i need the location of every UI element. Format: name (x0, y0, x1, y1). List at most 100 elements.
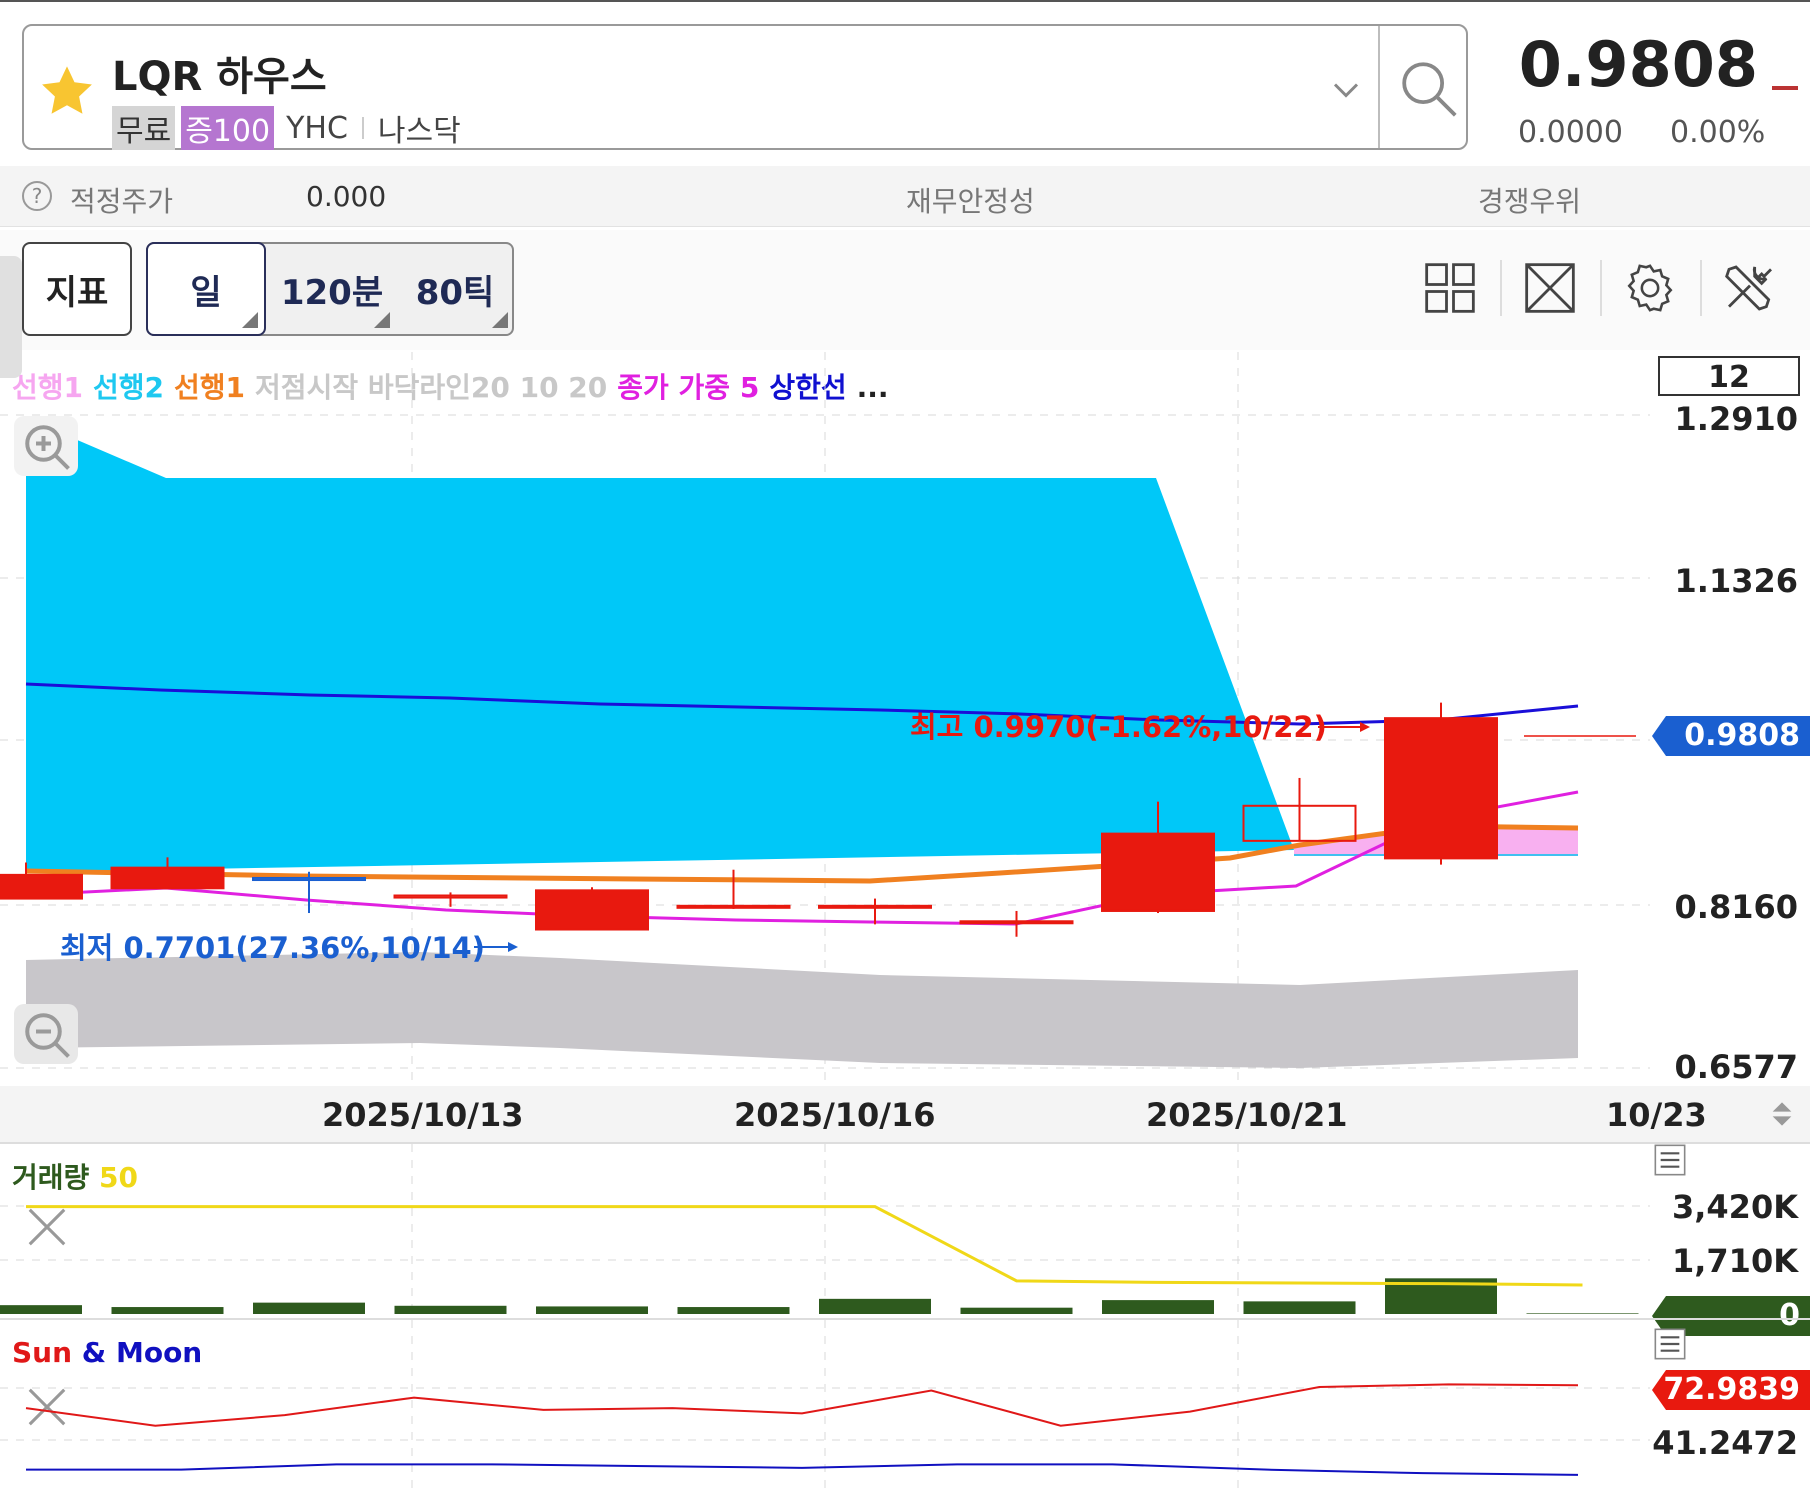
volume-bar (1385, 1278, 1497, 1314)
high-arrow-head (1360, 722, 1370, 732)
stock-symbol: YHC (286, 110, 348, 146)
price-change: 0.0000 (1518, 115, 1623, 150)
gear-icon[interactable] (1622, 260, 1678, 316)
date-axis[interactable]: 2025/10/13 2025/10/16 2025/10/21 10/23 (0, 1086, 1810, 1142)
price-grid (0, 352, 1650, 1086)
leading-span1-line (25, 823, 1579, 884)
zoom-in-icon[interactable] (14, 416, 78, 476)
close-icon[interactable] (24, 1384, 70, 1430)
dropdown-triangle-icon (374, 312, 390, 328)
high-annotation: 최고 0.9970(-1.62%,10/22) (910, 710, 1327, 744)
fullscreen-icon[interactable] (1522, 260, 1578, 316)
drawing-tools-icon[interactable] (1722, 260, 1778, 316)
chevron-down-icon[interactable] (1324, 68, 1368, 112)
stock-name: LQR 하우스 (112, 54, 327, 100)
period-day-button[interactable]: 일 (146, 242, 266, 336)
sun-value-tag: 72.9839 (1652, 1370, 1810, 1410)
date-label: 2025/10/21 (1146, 1096, 1348, 1134)
search-icon[interactable] (1394, 54, 1464, 124)
candle-body (1101, 832, 1215, 912)
leading-span2-cloud (26, 418, 1294, 872)
menu-icon[interactable] (1654, 1144, 1686, 1176)
price-axis-label: 1.2910 (1674, 400, 1798, 438)
indicator-legend[interactable]: 선행1 선행2 선행1 저점시작 바닥라인20 10 20 종가 가중 5 상한선... (12, 366, 899, 406)
competitive-advantage-label[interactable]: 경쟁우위 (1478, 180, 1581, 220)
volume-bar (253, 1302, 365, 1314)
candle-body (818, 904, 932, 909)
help-icon[interactable]: ? (22, 181, 52, 211)
meta-divider (361, 117, 364, 139)
volume-bar (819, 1298, 931, 1314)
candle-body (110, 866, 225, 890)
valuation-bar: ? 적정주가 0.000 재무안정성 경쟁우위 (0, 166, 1810, 227)
date-label: 2025/10/16 (734, 1096, 936, 1134)
price-change-percent: 0.00% (1670, 115, 1766, 150)
candle-body (1384, 717, 1498, 860)
layout-grid-icon[interactable] (1422, 260, 1478, 316)
price-axis-label: 1.1326 (1674, 562, 1798, 600)
floor-line-band (26, 952, 1578, 1068)
ticker-selector[interactable]: LQR 하우스 무료 증100 YHC 나스닥 (22, 24, 1468, 150)
indicator-button[interactable]: 지표 (22, 242, 132, 336)
low-arrow-head (508, 942, 518, 952)
free-badge: 무료 (112, 106, 176, 150)
fair-price-label: 적정주가 (70, 185, 174, 218)
scroll-updown-icon[interactable] (1768, 1094, 1796, 1134)
volume-panel-title: 거래량 50 (12, 1156, 138, 1196)
bar-count-box[interactable]: 12 (1658, 356, 1800, 396)
weighted-close-line (25, 790, 1579, 926)
volume-bar (0, 1305, 82, 1314)
volume-ma-line (26, 1205, 1583, 1287)
market-name: 나스닥 (377, 114, 461, 149)
date-label: 2025/10/13 (322, 1096, 524, 1134)
candle-body (252, 876, 366, 882)
legend-item: 선행1 (12, 371, 84, 404)
dropdown-triangle-icon (492, 312, 508, 328)
side-panel-handle[interactable] (0, 256, 22, 378)
sun-title: Sun (12, 1336, 73, 1369)
toolbar-divider (1600, 260, 1602, 316)
current-price: 0.9808 (1518, 28, 1758, 101)
volume-ma-period: 50 (99, 1161, 138, 1194)
amp-title: & (81, 1336, 107, 1369)
leading-span1-cloud (1294, 826, 1578, 855)
volume-bar (536, 1306, 648, 1314)
volume-bar (677, 1307, 790, 1314)
candlestick-series (0, 702, 1498, 937)
stock-meta: 무료 증100 YHC 나스닥 (112, 106, 461, 150)
dropdown-triangle-icon (242, 312, 258, 328)
candle-body (0, 873, 83, 900)
period-selector: 일 120분 80틱 (146, 242, 514, 336)
candle-body (535, 889, 649, 931)
close-icon[interactable] (24, 1204, 70, 1250)
low-annotation: 최저 0.7701(27.36%,10/14) (60, 931, 485, 965)
chart-toolbar: 지표 일 120분 80틱 (0, 230, 1810, 350)
panel-divider (0, 1318, 1810, 1320)
volume-bar (1243, 1301, 1356, 1314)
period-tick-button[interactable]: 80틱 (396, 244, 514, 334)
price-axis-label: 0.8160 (1674, 888, 1798, 926)
zoom-out-icon[interactable] (14, 1004, 78, 1064)
volume-bar (111, 1307, 224, 1314)
legend-item: ... (856, 371, 889, 404)
period-minute-button[interactable]: 120분 (268, 244, 396, 334)
volume-title: 거래량 (12, 1161, 90, 1194)
top-border (0, 0, 1810, 2)
volume-bar (1526, 1313, 1639, 1314)
volume-axis-label: 3,420K (1671, 1188, 1798, 1226)
volume-bar (960, 1307, 1073, 1314)
menu-icon[interactable] (1654, 1328, 1686, 1360)
volume-bar (394, 1305, 507, 1314)
toolbar-divider (1700, 260, 1702, 316)
volume-bars (0, 1278, 1639, 1314)
moon-line (26, 1463, 1579, 1476)
panel-divider (0, 1142, 1810, 1144)
legend-item: 저점시작 바닥라인20 10 20 (255, 371, 608, 404)
favorite-star-icon[interactable] (38, 62, 96, 120)
moon-title: Moon (115, 1336, 203, 1369)
volume-bar (1102, 1300, 1214, 1314)
price-direction-marker (1772, 86, 1798, 90)
candle-body (959, 920, 1074, 925)
search-divider (1378, 26, 1380, 148)
financial-stability-label[interactable]: 재무안정성 (906, 180, 1035, 220)
